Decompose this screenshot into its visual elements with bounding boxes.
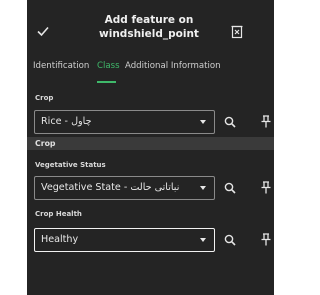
form-title-line1: Add feature on [104, 14, 194, 26]
tab-class[interactable]: Class [97, 61, 120, 71]
crop-health-value: Healthy [41, 234, 79, 245]
crop-label: Crop [35, 94, 54, 102]
vegetative-status-label: Vegetative Status [35, 161, 106, 169]
vegetative-status-dropdown[interactable]: Vegetative State - نباتاتی حالت [34, 176, 215, 200]
tab-additional-information[interactable]: Additional Information [125, 61, 221, 71]
crop-value: Rice - چاول [41, 116, 92, 127]
tab-identification[interactable]: Identification [33, 61, 89, 71]
form-header: Add feature on windshield_point [27, 0, 274, 58]
check-icon[interactable] [36, 24, 50, 38]
form-tabs: Identification Class Additional Informat… [27, 58, 274, 83]
vegetative-status-value: Vegetative State - نباتاتی حالت [41, 182, 180, 193]
active-tab-indicator [97, 81, 116, 83]
discard-icon[interactable] [231, 25, 243, 39]
pin-icon[interactable] [261, 181, 271, 194]
search-icon[interactable] [224, 182, 236, 194]
crop-health-dropdown[interactable]: Healthy [34, 228, 215, 252]
chevron-down-icon [200, 186, 206, 190]
chevron-down-icon [200, 238, 206, 242]
pin-icon[interactable] [261, 115, 271, 128]
pin-icon[interactable] [261, 233, 271, 246]
search-icon[interactable] [224, 234, 236, 246]
feature-form-panel: Add feature on windshield_point Identifi… [27, 0, 274, 295]
crop-dropdown[interactable]: Rice - چاول [34, 110, 215, 134]
crop-health-label: Crop Health [35, 210, 82, 218]
form-title-line2: windshield_point [99, 28, 199, 40]
chevron-down-icon [200, 120, 206, 124]
section-crop: Crop [27, 137, 274, 150]
form-title: Add feature on windshield_point [83, 13, 215, 41]
search-icon[interactable] [224, 116, 236, 128]
